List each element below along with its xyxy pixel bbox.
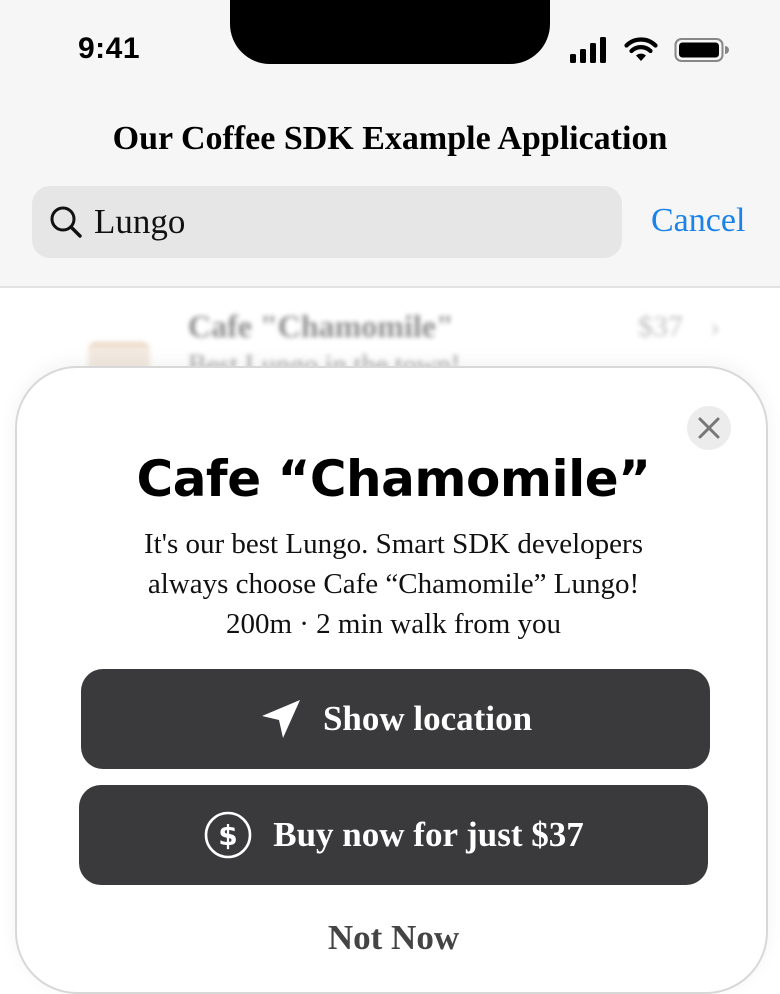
not-now-button[interactable]: Not Now bbox=[17, 918, 770, 958]
status-icons bbox=[570, 36, 730, 64]
buy-now-label: Buy now for just $37 bbox=[273, 815, 584, 854]
status-time: 9:41 bbox=[78, 32, 141, 65]
svg-text:$: $ bbox=[218, 819, 237, 852]
close-icon bbox=[698, 417, 720, 439]
description-line: It's our best Lungo. Smart SDK developer… bbox=[144, 528, 643, 560]
chevron-right-icon: › bbox=[710, 310, 720, 343]
search-icon bbox=[50, 206, 82, 238]
description-line: always choose Cafe “Chamomile” Lungo! bbox=[147, 568, 640, 600]
page-title: Our Coffee SDK Example Application bbox=[112, 120, 668, 157]
list-item-title: Cafe "Chamomile" bbox=[188, 308, 454, 344]
sheet-description: It's our best Lungo. Smart SDK developer… bbox=[77, 524, 710, 644]
cancel-button[interactable]: Cancel bbox=[651, 202, 745, 240]
battery-icon bbox=[674, 38, 729, 62]
location-arrow-icon bbox=[259, 697, 303, 741]
top-bar-area: 9:41 Our Coffee SDK Example Application … bbox=[0, 0, 780, 288]
search-input[interactable] bbox=[94, 202, 594, 242]
sheet-title: Cafe “Chamomile” bbox=[136, 450, 652, 508]
dollar-circle-icon: $ bbox=[203, 810, 253, 860]
buy-now-button[interactable]: $ Buy now for just $37 bbox=[79, 785, 708, 885]
search-bar[interactable] bbox=[32, 186, 622, 258]
distance-text: 200m · 2 min walk from you bbox=[225, 608, 562, 640]
show-location-label: Show location bbox=[322, 699, 533, 738]
close-button[interactable] bbox=[687, 406, 731, 450]
wifi-icon bbox=[624, 37, 658, 61]
device-notch bbox=[230, 0, 550, 64]
cellular-signal-icon bbox=[570, 37, 606, 63]
cafe-detail-sheet: Cafe “Chamomile” It's our best Lungo. Sm… bbox=[15, 366, 768, 994]
show-location-button[interactable]: Show location bbox=[81, 669, 710, 769]
list-item-price: $37 bbox=[638, 310, 683, 343]
